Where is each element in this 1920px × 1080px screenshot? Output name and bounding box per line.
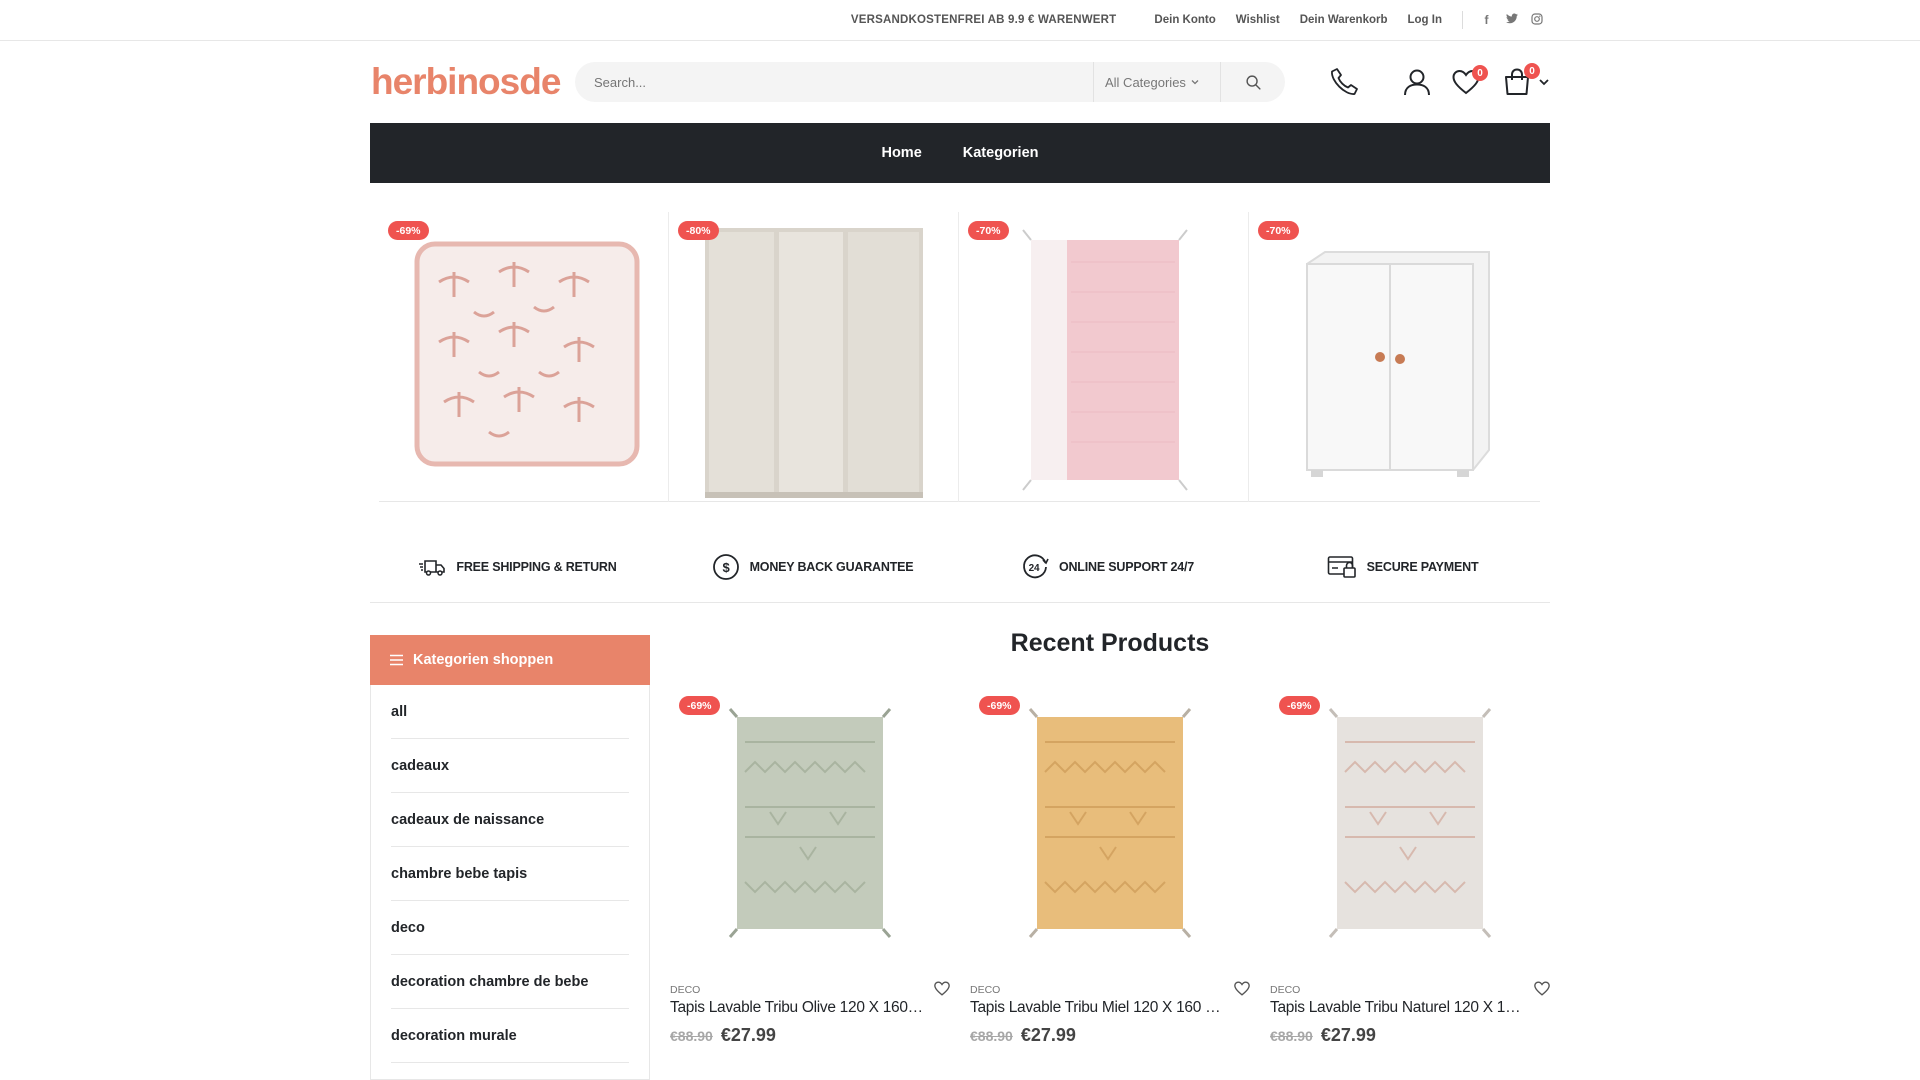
shipping-promo: VERSANDKOSTENFREI AB 9.9 € WARENWERT — [850, 14, 1117, 26]
discount-badge: -70% — [1258, 221, 1299, 240]
product-prices: €88.90 €27.99 — [970, 1025, 1076, 1046]
facebook-icon[interactable]: f — [1479, 13, 1494, 28]
nav-home[interactable]: Home — [881, 145, 921, 161]
service-label: ONLINE SUPPORT 24/7 — [1058, 559, 1195, 574]
category-sidebar: Kategorien shoppen all cadeaux cadeaux d… — [370, 635, 650, 1080]
menu-icon — [390, 654, 403, 666]
featured-product[interactable]: -80% — [669, 212, 959, 502]
product-image — [414, 241, 640, 467]
product-image — [1028, 708, 1192, 938]
heart-icon[interactable] — [934, 981, 950, 996]
truck-icon — [419, 559, 446, 576]
category-item[interactable]: chambre bebe tapis — [391, 847, 629, 901]
service-item: FREE SHIPPING & RETURN — [370, 531, 665, 602]
category-select[interactable]: All Categories — [1093, 62, 1221, 102]
discount-badge: -69% — [979, 696, 1020, 715]
chevron-down-icon[interactable] — [1538, 76, 1550, 88]
product-prices: €88.90 €27.99 — [1270, 1025, 1376, 1046]
featured-product[interactable]: -70% — [959, 212, 1249, 502]
product-image — [1022, 229, 1188, 491]
top-bar: VERSANDKOSTENFREI AB 9.9 € WARENWERT Dei… — [0, 0, 1920, 41]
service-label: MONEY BACK GUARANTEE — [749, 559, 914, 574]
product-name[interactable]: Tapis Lavable Tribu Miel 120 X 160 Cm — [970, 999, 1225, 1017]
site-header: herbinosde All Categories 0 0 — [370, 41, 1550, 123]
nav-kategorien[interactable]: Kategorien — [963, 145, 1039, 161]
old-price: €88.90 — [670, 1028, 713, 1044]
search-icon — [1245, 74, 1261, 90]
category-select-label: All Categories — [1105, 74, 1186, 90]
twitter-icon[interactable] — [1504, 13, 1519, 28]
search-button[interactable] — [1221, 62, 1285, 102]
category-item[interactable]: decoration chambre de bebe — [391, 955, 629, 1009]
main-nav: Home Kategorien — [370, 123, 1550, 183]
product-card[interactable]: -69% DECO Tapis Lavable Tribu Olive 120 … — [670, 687, 950, 1047]
login-link[interactable]: Log In — [1408, 14, 1443, 26]
svg-text:$: $ — [722, 560, 730, 575]
featured-product[interactable]: -70% — [1249, 212, 1539, 502]
discount-badge: -70% — [968, 221, 1009, 240]
instagram-icon[interactable] — [1529, 12, 1544, 28]
product-prices: €88.90 €27.99 — [670, 1025, 776, 1046]
product-category[interactable]: DECO — [970, 984, 1000, 996]
featured-products: -69% -80% -70% -70% — [379, 212, 1540, 502]
service-item: 24 ONLINE SUPPORT 24/7 — [960, 531, 1255, 602]
cart-icon[interactable]: 0 — [1502, 63, 1540, 97]
old-price: €88.90 — [1270, 1028, 1313, 1044]
secure-payment-icon — [1327, 555, 1356, 578]
product-name[interactable]: Tapis Lavable Tribu Naturel 120 X 160 Cm — [1270, 999, 1525, 1017]
category-item[interactable]: all — [391, 685, 629, 739]
search-bar: All Categories — [575, 62, 1285, 102]
category-item[interactable]: decoration murale — [391, 1009, 629, 1063]
service-bar: FREE SHIPPING & RETURN $ MONEY BACK GUAR… — [370, 531, 1550, 603]
category-sidebar-header[interactable]: Kategorien shoppen — [370, 635, 650, 685]
product-image — [728, 708, 892, 938]
discount-badge: -80% — [678, 221, 719, 240]
cart-count-badge: 0 — [1524, 63, 1540, 79]
cart-link[interactable]: Dein Warenkorb — [1300, 14, 1388, 26]
user-icon[interactable] — [1402, 67, 1432, 97]
category-item[interactable]: cadeaux — [391, 739, 629, 793]
discount-badge: -69% — [679, 696, 720, 715]
site-logo[interactable]: herbinosde — [371, 61, 561, 103]
divider — [1462, 11, 1463, 29]
chevron-down-icon — [1191, 80, 1199, 85]
account-link[interactable]: Dein Konto — [1154, 14, 1215, 26]
product-name[interactable]: Tapis Lavable Tribu Olive 120 X 160 Cm — [670, 999, 925, 1017]
old-price: €88.90 — [970, 1028, 1013, 1044]
wishlist-icon[interactable]: 0 — [1452, 65, 1488, 95]
product-image — [1328, 708, 1492, 938]
support-24-icon: 24 — [1023, 553, 1049, 578]
discount-badge: -69% — [1279, 696, 1320, 715]
section-title: Recent Products — [1010, 629, 1210, 657]
heart-icon[interactable] — [1534, 981, 1550, 996]
product-card[interactable]: -69% DECO Tapis Lavable Tribu Naturel 12… — [1270, 687, 1550, 1047]
current-price: €27.99 — [720, 1025, 776, 1045]
featured-product[interactable]: -69% — [379, 212, 669, 502]
product-category[interactable]: DECO — [1270, 984, 1300, 996]
search-input[interactable] — [575, 62, 1093, 102]
svg-text:24: 24 — [1029, 563, 1040, 574]
product-image — [1306, 251, 1490, 477]
category-item[interactable]: deco — [391, 901, 629, 955]
current-price: €27.99 — [1320, 1025, 1376, 1045]
wishlist-link[interactable]: Wishlist — [1236, 14, 1280, 26]
wishlist-count-badge: 0 — [1472, 65, 1488, 81]
phone-icon[interactable] — [1328, 66, 1360, 98]
service-label: SECURE PAYMENT — [1366, 559, 1479, 574]
service-item: $ MONEY BACK GUARANTEE — [665, 531, 960, 602]
discount-badge: -69% — [388, 221, 429, 240]
dollar-circle-icon: $ — [712, 553, 739, 580]
service-label: FREE SHIPPING & RETURN — [456, 559, 617, 574]
service-item: SECURE PAYMENT — [1255, 531, 1550, 602]
product-image — [705, 228, 923, 498]
product-category[interactable]: DECO — [670, 984, 700, 996]
heart-icon[interactable] — [1234, 981, 1250, 996]
category-item[interactable]: cadeaux de naissance — [391, 793, 629, 847]
category-sidebar-title: Kategorien shoppen — [413, 652, 554, 668]
current-price: €27.99 — [1020, 1025, 1076, 1045]
product-card[interactable]: -69% DECO Tapis Lavable Tribu Miel 120 X… — [970, 687, 1250, 1047]
